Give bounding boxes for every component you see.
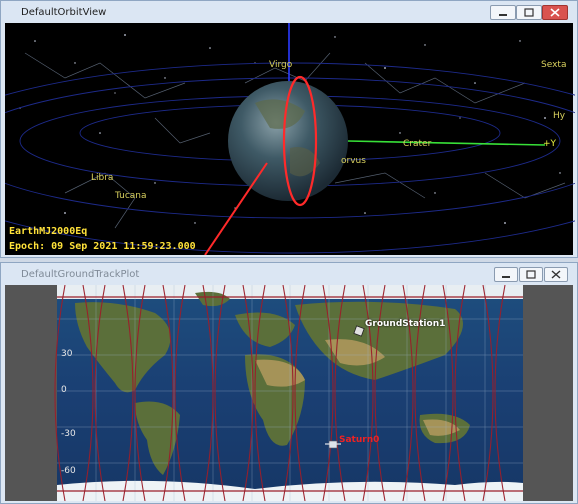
maximize-button[interactable] <box>519 267 543 282</box>
latitude-label: 30 <box>61 349 73 359</box>
orbit-view-titlebar[interactable]: DefaultOrbitView <box>1 1 577 23</box>
orbit-view-canvas[interactable]: Virgo Sexta Hy Libra Tucana orvus Crater… <box>5 23 575 255</box>
latitude-label: -60 <box>61 466 76 476</box>
orbit-view-window: DefaultOrbitView Virgo Sexta Hy Libra Tu… <box>0 0 578 258</box>
close-button[interactable] <box>544 267 568 282</box>
latitude-label: 0 <box>61 385 67 395</box>
epoch-label: Epoch: 09 Sep 2021 11:59:23.000 <box>9 241 196 252</box>
satellite-label: Saturn0 <box>339 435 380 445</box>
ground-track-map <box>54 285 523 501</box>
ground-track-canvas[interactable]: 30 0 -30 -60 GroundStation1 Saturn0 <box>5 285 573 501</box>
constellation-label: Sexta <box>541 60 567 70</box>
coordinate-system-label: EarthMJ2000Eq <box>9 226 88 237</box>
constellation-label: Virgo <box>269 60 293 70</box>
minimize-button[interactable] <box>490 5 516 20</box>
close-button[interactable] <box>542 5 568 20</box>
maximize-button[interactable] <box>516 5 542 20</box>
constellation-label: orvus <box>341 156 366 166</box>
orbit-view-title: DefaultOrbitView <box>21 7 107 18</box>
latitude-label: -30 <box>61 429 76 439</box>
ground-station-label: GroundStation1 <box>365 319 446 329</box>
constellation-label: Crater <box>403 139 432 149</box>
ground-track-titlebar[interactable]: DefaultGroundTrackPlot <box>1 263 577 285</box>
constellation-label: Tucana <box>115 191 147 201</box>
orbit-scene <box>5 23 575 255</box>
minimize-button[interactable] <box>494 267 518 282</box>
constellation-label: Hy <box>553 111 566 121</box>
ground-track-title: DefaultGroundTrackPlot <box>21 269 140 280</box>
constellation-label: Libra <box>91 173 114 183</box>
ground-track-window: DefaultGroundTrackPlot 30 0 -30 -60 Grou… <box>0 262 578 504</box>
y-axis-label: +Y <box>543 139 557 149</box>
